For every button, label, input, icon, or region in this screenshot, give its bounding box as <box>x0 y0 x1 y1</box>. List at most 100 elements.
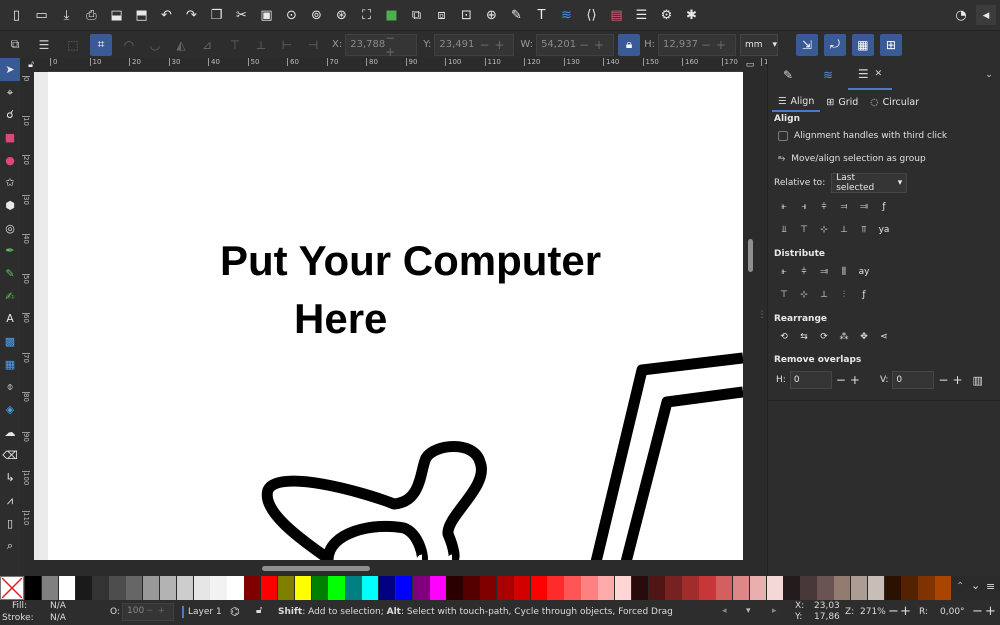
horizontal-ruler[interactable]: 0 10 20 30 40 50 60 70 80 90 100 110 120 130 140 150 160… <box>48 58 856 72</box>
tab-align[interactable]: ☰ ✕ <box>848 60 892 90</box>
align-right-icon[interactable]: ⫤ <box>836 199 852 215</box>
color-swatch[interactable] <box>581 576 598 600</box>
unit-select[interactable]: mm ▾ <box>739 33 778 56</box>
panel-handle-icon[interactable]: ⋮ <box>757 310 767 322</box>
color-swatch[interactable] <box>58 576 76 600</box>
y-field[interactable]: Y: 23,491 −+ <box>423 33 515 56</box>
copy-icon[interactable]: ❐ <box>207 5 227 25</box>
align-bottom-edges-icon[interactable]: ⫫ <box>776 222 792 238</box>
color-swatch[interactable] <box>294 576 312 600</box>
color-swatch[interactable] <box>682 576 699 600</box>
distribute-bottom-icon[interactable]: ⊥ <box>816 287 832 303</box>
color-swatch[interactable] <box>345 576 362 600</box>
color-swatch[interactable] <box>631 576 649 600</box>
color-swatch[interactable] <box>935 576 952 600</box>
snap-toggle-icon[interactable]: ◔ <box>951 5 971 25</box>
rotate-cw-icon[interactable]: ◡ <box>144 34 166 56</box>
color-swatch[interactable] <box>665 576 682 600</box>
color-swatch[interactable] <box>648 576 665 600</box>
vertical-scroll-thumb[interactable] <box>748 239 753 272</box>
eraser-tool-icon[interactable]: ⌫ <box>0 444 20 467</box>
touch-select-icon[interactable]: ⌗ <box>90 33 112 56</box>
rotation-value[interactable]: 0,00° <box>940 607 965 617</box>
close-icon[interactable]: ✕ <box>875 69 883 79</box>
clone-icon[interactable]: ⧈ <box>432 5 452 25</box>
color-swatch[interactable] <box>614 576 632 600</box>
lower-icon[interactable]: ⊢ <box>276 34 298 56</box>
checkbox[interactable] <box>778 131 788 141</box>
move-gradients-icon[interactable]: ▦ <box>851 33 874 56</box>
ellipse-tool-icon[interactable]: ● <box>0 149 20 172</box>
color-swatch[interactable] <box>75 576 92 600</box>
rotate-ccw-icon[interactable]: ◠ <box>118 34 140 56</box>
box3d-tool-icon[interactable]: ⬢ <box>0 194 20 217</box>
distribute-right-icon[interactable]: ⫥ <box>816 264 832 280</box>
layer-dropdown-icon[interactable]: ▾ <box>746 606 751 616</box>
node-tool-icon[interactable]: ⌖ <box>0 81 20 104</box>
h-gap-increment-icon[interactable]: + <box>850 373 860 387</box>
fill-stroke-icon[interactable]: ✎ <box>507 5 527 25</box>
x-field[interactable]: X: 23,788 −+ <box>332 31 418 59</box>
save-icon[interactable]: ⤓ <box>57 5 77 25</box>
paint-bucket-tool-icon[interactable]: ◈ <box>0 398 20 421</box>
h-gap-decrement-icon[interactable]: − <box>836 373 846 387</box>
distribute-center-icon[interactable]: ⫩ <box>796 264 812 280</box>
color-swatch[interactable] <box>92 576 109 600</box>
subtab-circular[interactable]: ◌ Circular <box>864 92 925 112</box>
color-swatch[interactable] <box>901 576 918 600</box>
color-swatch[interactable] <box>210 576 227 600</box>
color-swatch[interactable] <box>766 576 783 600</box>
calligraphy-tool-icon[interactable]: ✍ <box>0 285 20 308</box>
preferences-icon[interactable]: ⚙ <box>657 5 677 25</box>
scale-stroke-icon[interactable]: ⇲ <box>795 33 818 56</box>
gradient-tool-icon[interactable]: ▩ <box>0 330 20 353</box>
horizontal-scrollbar[interactable] <box>34 560 743 576</box>
group-icon[interactable]: ■ <box>382 5 402 25</box>
display-mode-icon[interactable]: ▭ <box>743 58 757 72</box>
export-icon[interactable]: ⬒ <box>132 5 152 25</box>
align-left-icon[interactable]: ⫣ <box>796 199 812 215</box>
baseline-align-icon[interactable]: ya <box>876 222 892 238</box>
text-font-icon[interactable]: T <box>532 5 552 25</box>
color-swatch[interactable] <box>41 576 59 600</box>
option-move-as-group[interactable]: ⥱ Move/align selection as group <box>778 154 926 164</box>
text-tool-icon[interactable]: A <box>0 308 20 331</box>
center-horizontal-axis-icon[interactable]: ⊹ <box>816 222 832 238</box>
w-field[interactable]: W: 54,201 −+ <box>520 33 615 56</box>
stroke-value[interactable]: N/A <box>50 613 66 623</box>
color-swatch[interactable] <box>480 576 497 600</box>
opacity-input[interactable]: 100 −+ <box>122 603 174 621</box>
distribute-middle-icon[interactable]: ⊹ <box>796 287 812 303</box>
color-swatch[interactable] <box>699 576 716 600</box>
star-tool-icon[interactable]: ✩ <box>0 171 20 194</box>
palette-scroll-down-icon[interactable]: ⌄ <box>971 579 980 592</box>
color-swatch[interactable] <box>260 576 278 600</box>
color-swatch[interactable] <box>446 576 463 600</box>
x-value[interactable]: 23,788 <box>350 39 385 50</box>
color-swatch[interactable] <box>142 576 160 600</box>
zoom-page-width-icon[interactable]: ⛶ <box>357 5 377 25</box>
spray-tool-icon[interactable]: ☁ <box>0 421 20 444</box>
palette-scroll-up-icon[interactable]: ⌃ <box>956 581 964 592</box>
raise-top-icon[interactable]: ⊤ <box>224 34 246 56</box>
horizontal-scroll-thumb[interactable] <box>262 566 370 571</box>
color-swatch[interactable] <box>513 576 531 600</box>
no-paint-swatch[interactable] <box>0 576 24 600</box>
pages-tool-icon[interactable]: ▯ <box>0 512 20 535</box>
align-right-edges-icon[interactable]: ⫥ <box>856 199 872 215</box>
zoom-page-icon[interactable]: ⊛ <box>332 5 352 25</box>
exchange-z-order-icon[interactable]: ⇆ <box>796 329 812 345</box>
color-swatch[interactable] <box>227 576 244 600</box>
color-swatch[interactable] <box>311 576 328 600</box>
distribute-gaps-v-icon[interactable]: ⫶ <box>836 287 852 303</box>
distribute-text-h-icon[interactable]: ay <box>856 264 872 280</box>
unlink-clone-icon[interactable]: ⊡ <box>457 5 477 25</box>
paste-icon[interactable]: ▣ <box>257 5 277 25</box>
color-swatch[interactable] <box>530 576 547 600</box>
v-gap-decrement-icon[interactable]: − <box>938 373 948 387</box>
move-patterns-icon[interactable]: ⊞ <box>879 33 902 56</box>
lock-layer-icon[interactable]: 🔓︎ <box>256 605 262 616</box>
h-field[interactable]: H: 12,937 −+ <box>644 33 736 56</box>
tab-layers[interactable]: ≋ <box>808 60 848 90</box>
color-swatch[interactable] <box>850 576 868 600</box>
